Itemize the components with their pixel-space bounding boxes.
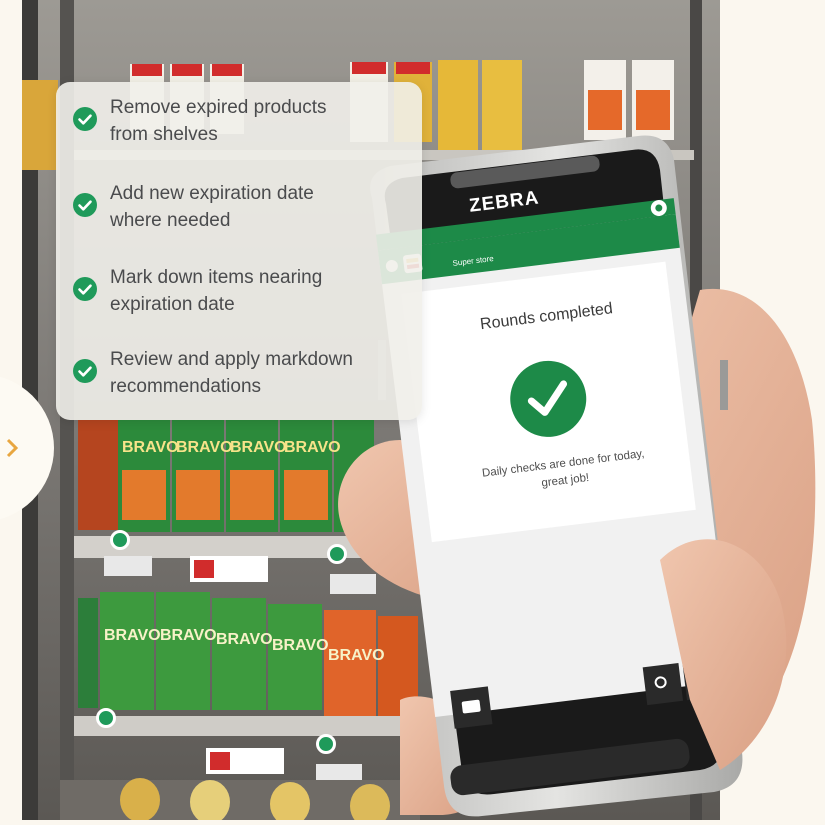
- middle-shelf-products: [78, 420, 374, 532]
- check-circle-icon: [73, 277, 97, 301]
- checklist-text: Mark down items nearing expiration date: [110, 267, 323, 315]
- print-icon: [461, 699, 481, 714]
- bravo-label: BRAVO: [160, 627, 217, 644]
- check-circle-icon: [73, 107, 97, 131]
- bravo-label: BRAVO: [230, 439, 287, 456]
- checklist-text: Remove expired products from shelves: [110, 97, 327, 145]
- bravo-label: BRAVO: [216, 631, 273, 648]
- checklist-text: Add new expiration date where needed: [110, 183, 314, 231]
- search-button: [642, 663, 684, 706]
- check-circle-icon: [73, 193, 97, 217]
- bravo-label: BRAVO: [122, 439, 179, 456]
- bravo-label: BRAVO: [176, 439, 233, 456]
- hotspot-marker[interactable]: [327, 544, 347, 564]
- checklist-item: Remove expired products from shelves: [72, 94, 400, 148]
- checklist-item: Mark down items nearing expiration date: [72, 264, 400, 318]
- checklist-item: Add new expiration date where needed: [72, 180, 400, 234]
- hotspot-marker[interactable]: [316, 734, 336, 754]
- bravo-label: BRAVO: [272, 637, 329, 654]
- hotspot-marker[interactable]: [96, 708, 116, 728]
- hotspot-marker[interactable]: [110, 530, 130, 550]
- bottom-bottles: [60, 778, 420, 825]
- task-checklist: Remove expired products from shelves Add…: [56, 82, 422, 420]
- bravo-label: BRAVO: [328, 647, 385, 664]
- check-circle-icon: [73, 359, 97, 383]
- checklist-item: Review and apply markdown recommendation…: [72, 346, 400, 400]
- checklist-text: Review and apply markdown recommendation…: [110, 349, 353, 397]
- bravo-label: BRAVO: [104, 627, 161, 644]
- bravo-label: BRAVO: [284, 439, 341, 456]
